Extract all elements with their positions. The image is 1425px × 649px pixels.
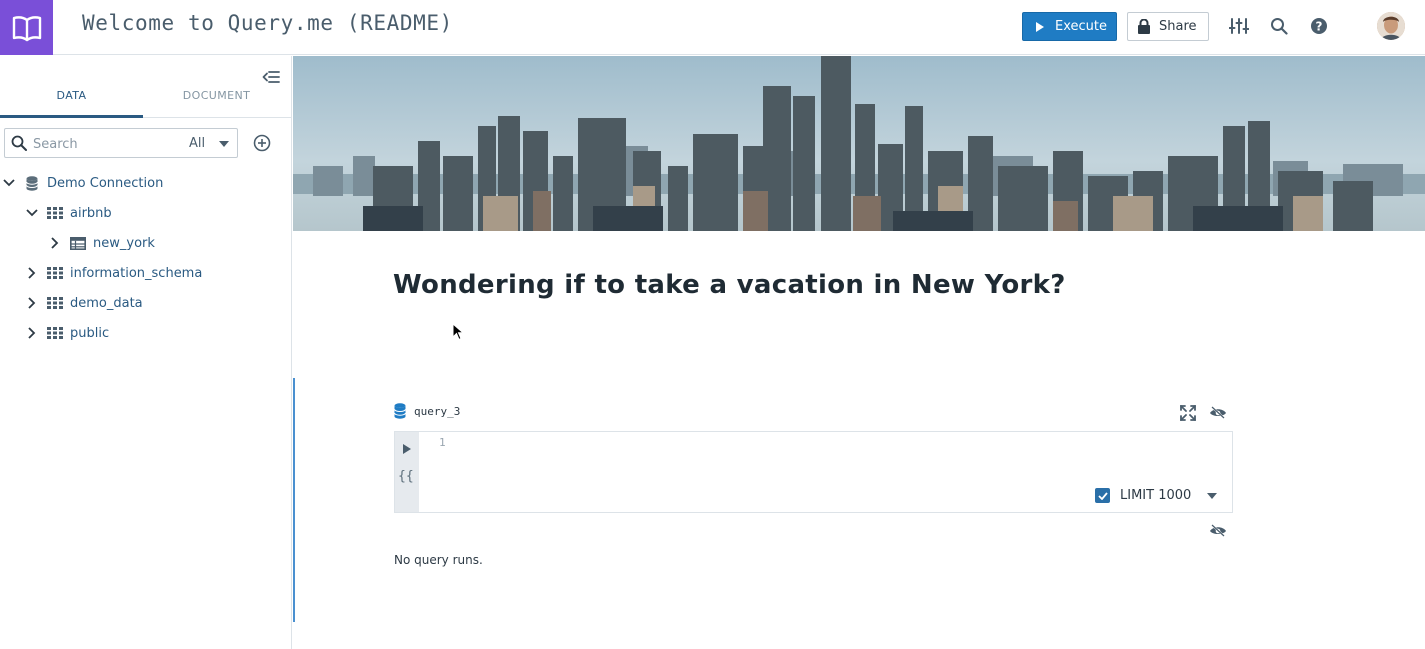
chevron-right-icon[interactable]: [25, 326, 39, 340]
chevron-right-icon[interactable]: [25, 296, 39, 310]
visibility-toggle-icon[interactable]: [1209, 522, 1227, 540]
limit-label: LIMIT 1000: [1120, 488, 1192, 503]
tree-item-table[interactable]: new_york: [48, 233, 155, 253]
tree-item-label: demo_data: [70, 295, 143, 311]
run-query-icon[interactable]: [402, 443, 412, 455]
document-area: Wondering if to take a vacation in New Y…: [293, 56, 1425, 649]
limit-checkbox[interactable]: [1095, 488, 1110, 503]
tree-item-schema[interactable]: airbnb: [25, 203, 112, 223]
tree-item-label: Demo Connection: [47, 175, 164, 191]
sql-editor[interactable]: {{ 1 LIMIT 1000: [394, 431, 1233, 513]
tab-data[interactable]: DATA: [0, 89, 143, 102]
editor-gutter: {{: [395, 432, 419, 512]
tree-item-label: public: [70, 325, 110, 341]
svg-text:?: ?: [1316, 20, 1323, 34]
sliders-icon[interactable]: [1228, 15, 1250, 37]
scope-select[interactable]: All: [189, 136, 230, 151]
sidebar: DATA DOCUMENT All Demo Connection airbnb: [0, 56, 292, 649]
book-icon: [12, 15, 41, 41]
share-button[interactable]: Share: [1127, 12, 1209, 41]
tree-item-schema[interactable]: information_schema: [25, 263, 202, 283]
lock-icon: [1138, 19, 1150, 34]
execute-button[interactable]: Execute: [1022, 12, 1117, 41]
page-heading[interactable]: Wondering if to take a vacation in New Y…: [393, 270, 1066, 300]
tree-item-label: new_york: [93, 235, 155, 251]
avatar[interactable]: [1377, 12, 1405, 40]
query-name[interactable]: query_3: [414, 405, 460, 418]
top-bar: Welcome to Query.me (README) Execute Sha…: [0, 0, 1425, 55]
schema-grid-icon: [47, 206, 63, 220]
document-title[interactable]: Welcome to Query.me (README): [82, 11, 453, 35]
line-number: 1: [439, 436, 446, 449]
expand-icon[interactable]: [1179, 404, 1197, 422]
sidebar-tabs: DATA DOCUMENT: [0, 56, 292, 118]
chevron-down-icon[interactable]: [25, 206, 39, 220]
tab-document[interactable]: DOCUMENT: [145, 89, 288, 102]
schema-grid-icon: [47, 326, 63, 340]
table-icon: [70, 236, 86, 250]
search-input[interactable]: [33, 135, 173, 153]
add-connection-icon[interactable]: [253, 134, 271, 152]
database-icon: [24, 175, 40, 191]
help-icon[interactable]: ?: [1308, 15, 1330, 37]
chevron-right-icon[interactable]: [48, 236, 62, 250]
schema-grid-icon: [47, 266, 63, 280]
home-logo[interactable]: [0, 0, 53, 55]
skyline-banner-image: [293, 56, 1425, 231]
share-label: Share: [1159, 19, 1197, 34]
limit-toggle[interactable]: LIMIT 1000: [1095, 488, 1218, 503]
active-tab-indicator: [0, 115, 143, 118]
execute-label: Execute: [1055, 19, 1107, 34]
visibility-toggle-icon[interactable]: [1209, 404, 1227, 422]
chevron-down-icon[interactable]: [2, 176, 16, 190]
search-icon: [11, 135, 27, 151]
caret-down-icon: [219, 140, 230, 147]
active-block-indicator: [293, 378, 295, 622]
mouse-cursor-icon: [452, 323, 464, 341]
tree-item-schema[interactable]: public: [25, 323, 109, 343]
search-icon[interactable]: [1268, 15, 1290, 37]
check-icon: [1097, 491, 1108, 500]
query-header: query_3: [394, 403, 460, 419]
tree-item-connection[interactable]: Demo Connection: [2, 173, 163, 193]
scope-value: All: [189, 136, 206, 151]
template-braces-icon[interactable]: {{: [398, 469, 414, 484]
tree-item-label: airbnb: [70, 205, 112, 221]
database-icon: [394, 403, 406, 419]
tree-item-schema[interactable]: demo_data: [25, 293, 143, 313]
collapse-sidebar-icon[interactable]: [262, 69, 282, 85]
search-box: All: [4, 128, 238, 158]
tree-item-label: information_schema: [70, 265, 203, 281]
play-icon: [1036, 21, 1044, 32]
caret-down-icon[interactable]: [1207, 492, 1218, 499]
query-status-text: No query runs.: [394, 553, 483, 567]
chevron-right-icon[interactable]: [25, 266, 39, 280]
schema-grid-icon: [47, 296, 63, 310]
